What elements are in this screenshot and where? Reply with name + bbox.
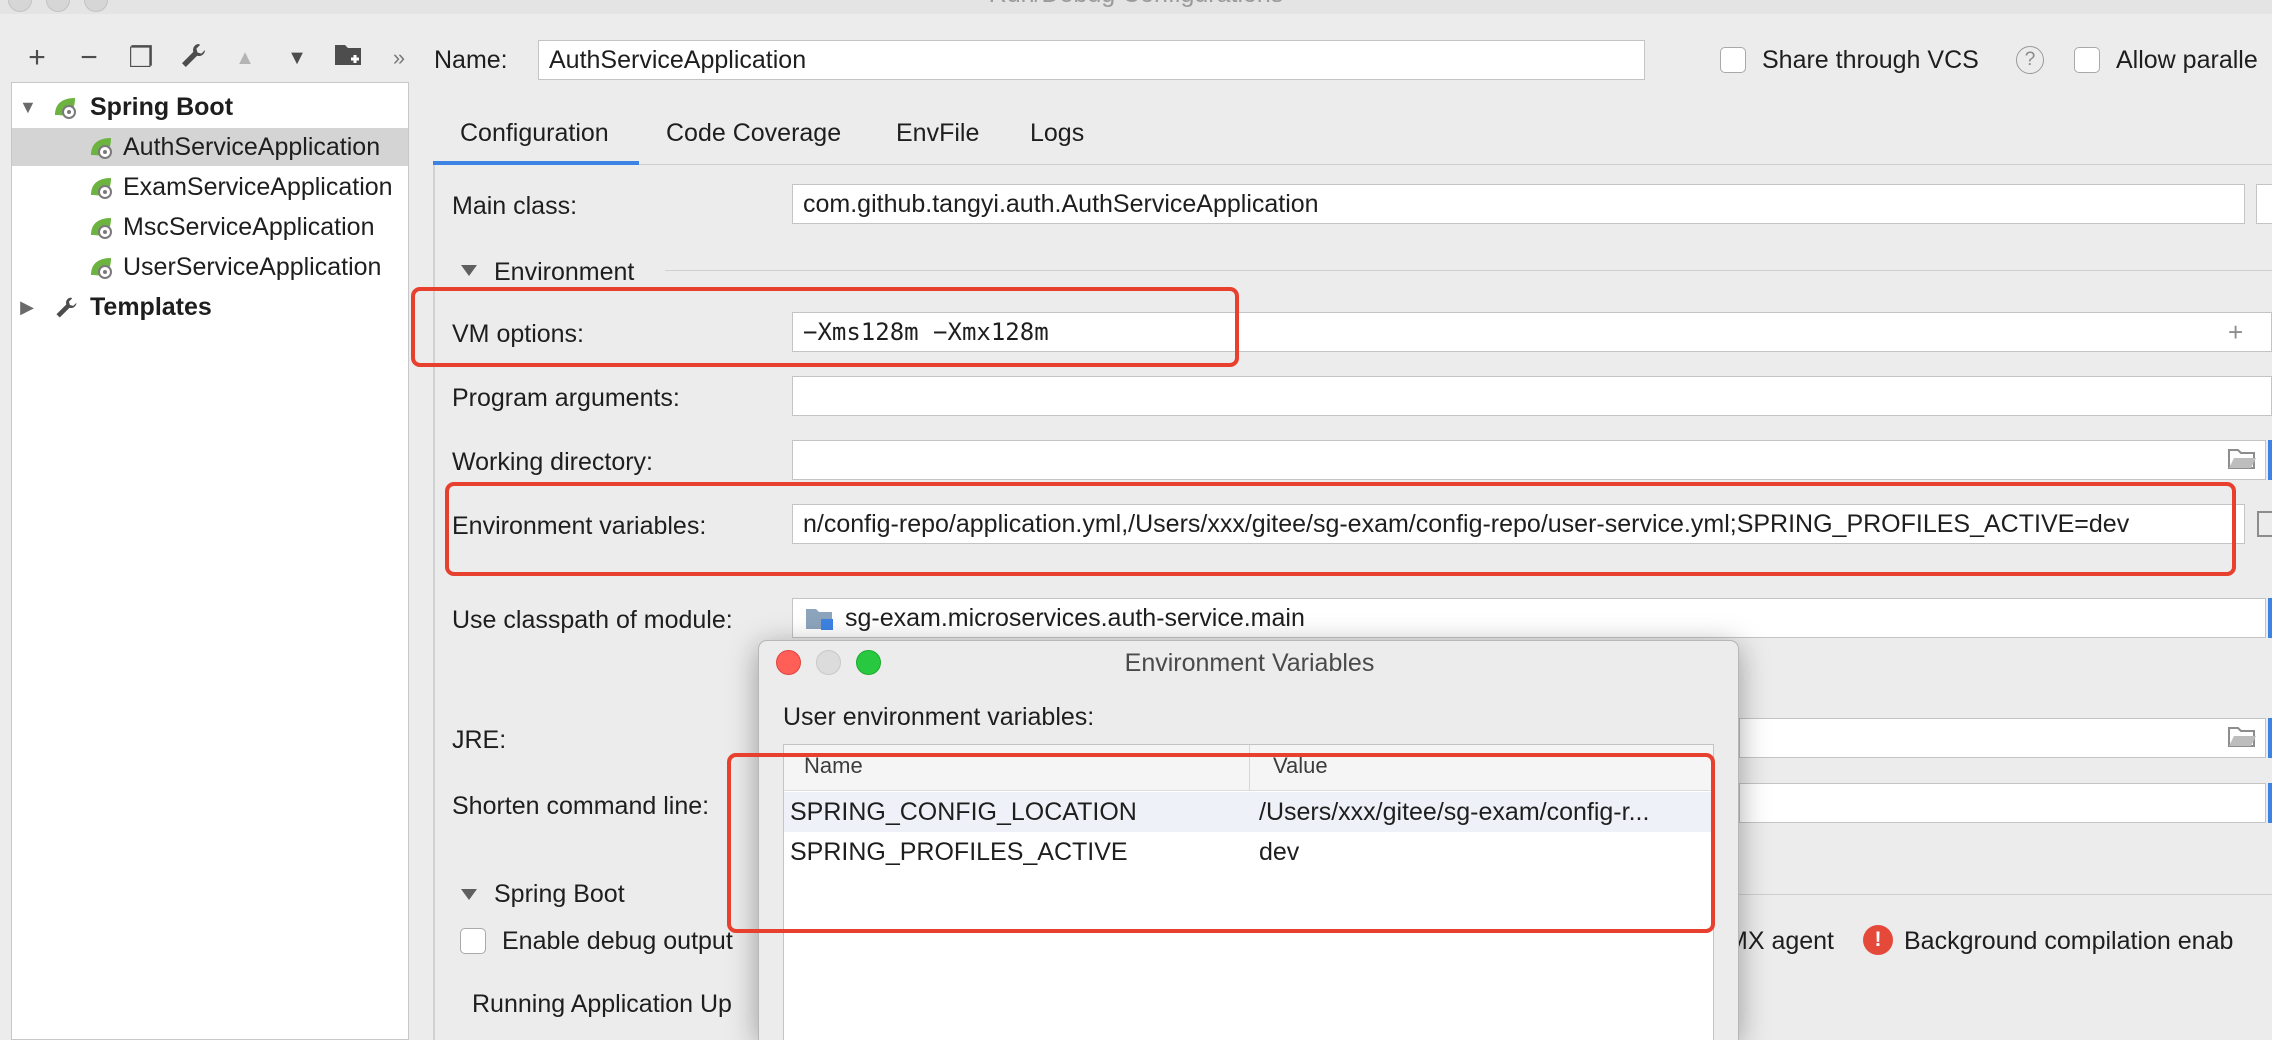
tree-group-spring-boot[interactable]: ▼ Spring Boot xyxy=(12,88,408,126)
window-title: Run/Debug Configurations xyxy=(0,0,2272,9)
vm-options-highlight xyxy=(411,287,1239,367)
environment-section-title: Environment xyxy=(494,258,635,286)
field-focus-bar xyxy=(2268,718,2272,758)
tree-group-label: Spring Boot xyxy=(90,93,234,121)
main-class-label: Main class: xyxy=(452,192,578,220)
tree-item-exam-service[interactable]: ExamServiceApplication xyxy=(12,168,408,206)
section-divider xyxy=(665,270,2272,271)
background-compilation-label: Background compilation enab xyxy=(1904,927,2234,955)
field-focus-bar xyxy=(2268,783,2272,823)
tab-configuration[interactable]: Configuration xyxy=(460,118,609,164)
name-label: Name: xyxy=(434,46,508,74)
jre-label: JRE: xyxy=(452,726,507,754)
folder-icon[interactable] xyxy=(2227,447,2257,471)
move-up-icon[interactable]: ▲ xyxy=(228,41,262,75)
share-vcs-label: Share through VCS xyxy=(1762,46,1979,74)
configuration-tree[interactable]: ▼ Spring Boot AuthServiceApplication Exa… xyxy=(11,82,409,1040)
share-vcs-checkbox[interactable] xyxy=(1720,47,1746,73)
help-icon[interactable]: ? xyxy=(2016,46,2044,74)
tab-envfile[interactable]: EnvFile xyxy=(896,118,979,164)
spring-boot-icon xyxy=(55,98,76,119)
env-vars-highlight xyxy=(445,482,2236,576)
dialog-subtitle: User environment variables: xyxy=(783,703,1095,731)
tree-item-user-service[interactable]: UserServiceApplication xyxy=(12,248,408,286)
new-folder-icon[interactable] xyxy=(332,41,366,75)
allow-parallel-label: Allow paralle xyxy=(2116,46,2258,74)
program-arguments-label: Program arguments: xyxy=(452,384,680,412)
shorten-command-line-label: Shorten command line: xyxy=(452,792,710,820)
name-input[interactable]: AuthServiceApplication xyxy=(538,40,1645,80)
program-arguments-input[interactable] xyxy=(792,376,2272,416)
collapse-arrow-icon[interactable]: ▶ xyxy=(19,288,35,326)
tree-item-msc-service[interactable]: MscServiceApplication xyxy=(12,208,408,246)
tree-group-templates[interactable]: ▶ Templates xyxy=(12,288,408,326)
module-folder-icon xyxy=(806,609,833,630)
classpath-module-label: Use classpath of module: xyxy=(452,606,733,634)
spring-boot-app-icon xyxy=(91,218,112,239)
classpath-module-select[interactable]: sg-exam.microservices.auth-service.main xyxy=(792,598,2266,638)
tab-code-coverage[interactable]: Code Coverage xyxy=(666,118,841,164)
main-class-browse-button[interactable] xyxy=(2256,184,2272,224)
env-table-highlight xyxy=(727,753,1715,933)
enable-debug-label: Enable debug output xyxy=(502,927,733,955)
main-class-input[interactable]: com.github.tangyi.auth.AuthServiceApplic… xyxy=(792,184,2245,224)
spring-boot-app-icon xyxy=(91,138,112,159)
section-divider xyxy=(1739,894,2272,895)
environment-collapse-icon[interactable] xyxy=(461,265,477,276)
expand-icon[interactable]: + xyxy=(2228,318,2243,346)
expand-arrow-icon[interactable]: ▼ xyxy=(19,88,37,126)
field-focus-bar xyxy=(2268,598,2272,638)
edit-defaults-icon[interactable] xyxy=(176,41,210,75)
working-directory-label: Working directory: xyxy=(452,448,653,476)
tree-group-label: Templates xyxy=(90,293,212,321)
more-actions-icon[interactable]: » xyxy=(382,41,416,75)
add-configuration-icon[interactable]: + xyxy=(20,41,54,75)
browse-env-icon[interactable] xyxy=(2256,510,2272,538)
remove-configuration-icon[interactable]: − xyxy=(72,41,106,75)
tree-item-label: ExamServiceApplication xyxy=(123,173,393,201)
allow-parallel-checkbox[interactable] xyxy=(2074,47,2100,73)
enable-debug-checkbox[interactable] xyxy=(460,928,486,954)
spring-boot-section-title: Spring Boot xyxy=(494,880,625,908)
active-tab-indicator xyxy=(433,161,639,165)
tree-item-label: MscServiceApplication xyxy=(123,213,375,241)
tab-bar-divider xyxy=(433,164,2272,165)
copy-configuration-icon[interactable]: ❐ xyxy=(124,41,158,75)
spring-boot-collapse-icon[interactable] xyxy=(461,889,477,900)
error-icon: ! xyxy=(1863,925,1893,955)
tree-item-auth-service[interactable]: AuthServiceApplication xyxy=(12,128,408,166)
jre-input[interactable] xyxy=(1739,718,2266,758)
window-title-bar: Run/Debug Configurations xyxy=(0,0,2272,14)
folder-icon[interactable] xyxy=(2227,725,2257,749)
tree-item-label: UserServiceApplication xyxy=(123,253,382,281)
field-focus-bar xyxy=(2268,440,2272,480)
move-down-icon[interactable]: ▼ xyxy=(280,41,314,75)
dialog-title: Environment Variables xyxy=(1124,649,1375,677)
running-update-label: Running Application Up xyxy=(472,990,732,1018)
spring-boot-app-icon xyxy=(91,258,112,279)
tree-item-label: AuthServiceApplication xyxy=(123,133,381,161)
working-directory-input[interactable] xyxy=(792,440,2266,480)
spring-boot-app-icon xyxy=(91,178,112,199)
tab-logs[interactable]: Logs xyxy=(1030,118,1084,164)
jmx-agent-label: MX agent xyxy=(1727,927,1835,955)
shorten-command-line-select[interactable] xyxy=(1739,783,2266,823)
wrench-icon xyxy=(56,297,77,318)
